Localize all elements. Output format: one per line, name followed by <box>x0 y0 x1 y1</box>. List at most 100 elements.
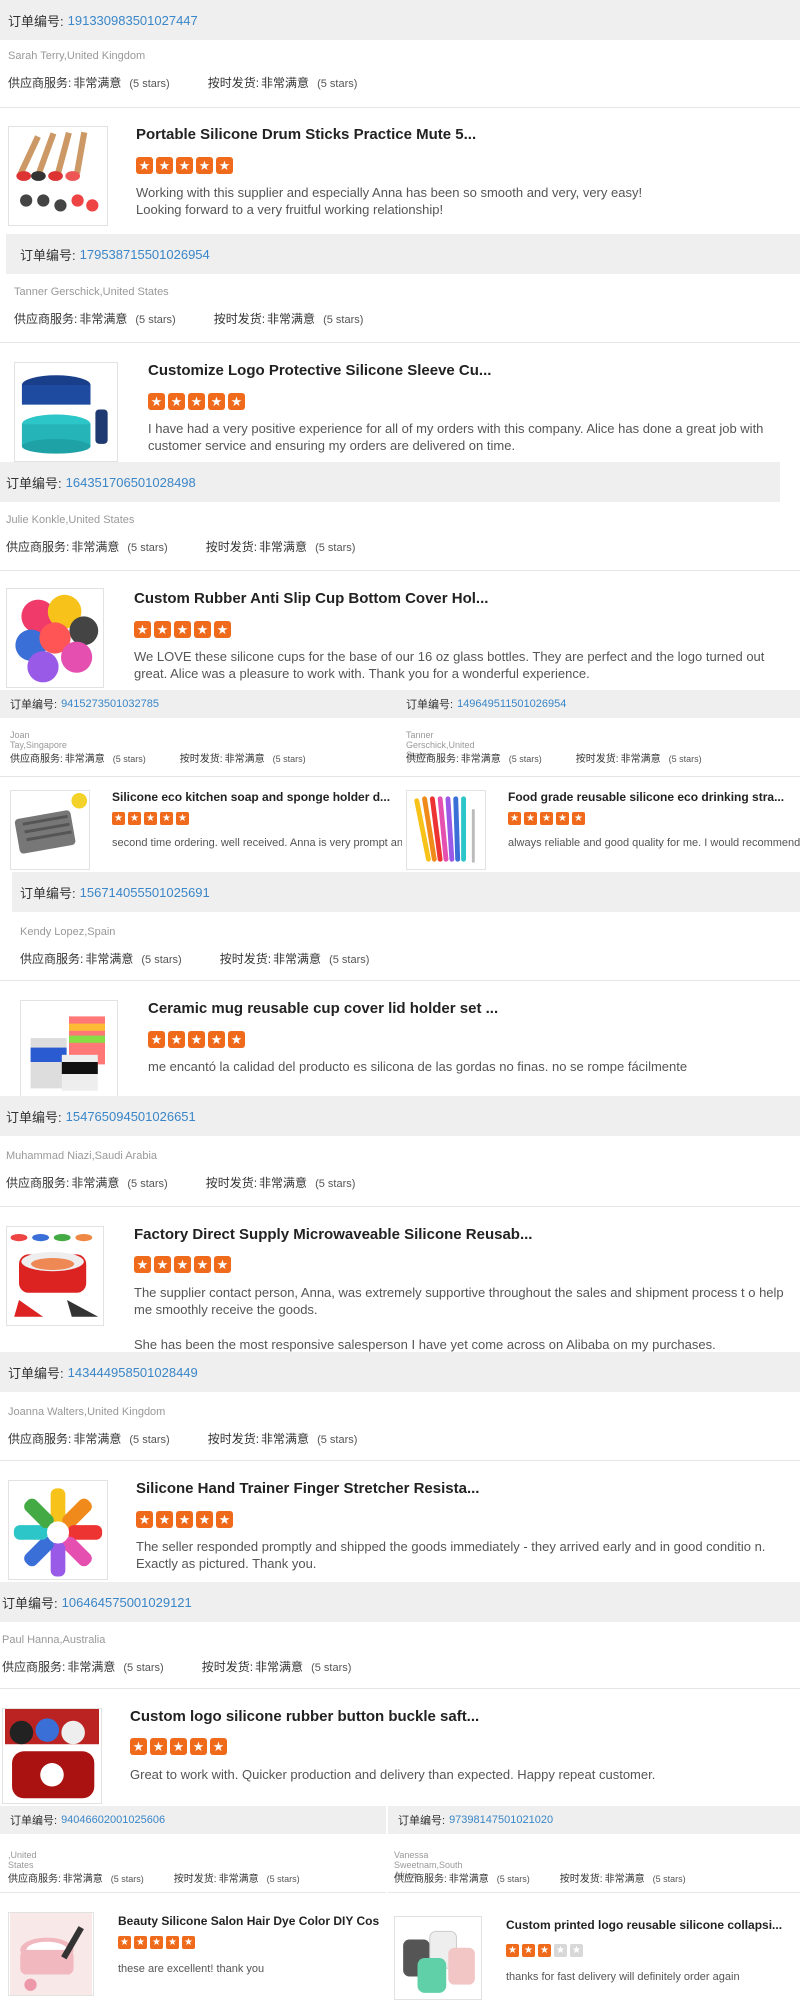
delivery-label: 按时发货: <box>207 76 260 90</box>
order-bar: 订单编号: 94046602001025606 <box>0 1806 386 1834</box>
delivery-label: 按时发货: <box>173 1874 217 1885</box>
star-icon: ★ <box>210 1738 227 1755</box>
star-icon: ★ <box>506 1944 519 1957</box>
ratings-row: 供应商服务: 非常满意 (5 stars) 按时发货: 非常满意 (5 stars) <box>10 750 306 765</box>
delivery-value: 非常满意 <box>604 1874 645 1885</box>
delivery-value: 非常满意 <box>218 1874 259 1885</box>
product-thumbnail[interactable] <box>394 1916 482 2000</box>
product-title-link[interactable]: Customize Logo Protective Silicone Sleev… <box>148 362 491 379</box>
order-number-link[interactable]: 94152735010327​85 <box>61 698 159 710</box>
star-icon: ★ <box>170 1738 187 1755</box>
review-text: I have had a very positive experience fo… <box>148 421 764 453</box>
customer-name: Joanna Walters,United Kingdom <box>8 1406 166 1418</box>
star-icon: ★ <box>160 812 173 825</box>
product-title-link[interactable]: Custom logo silicone rubber button buckl… <box>130 1708 479 1725</box>
delivery-label: 按时发货: <box>205 540 258 554</box>
order-number-link[interactable]: 179538715501026954 <box>80 247 210 262</box>
supplier-service-stars: (5 stars) <box>508 754 542 764</box>
supplier-service-value: 非常满意 <box>448 1874 489 1885</box>
star-icon: ★ <box>570 1944 583 1957</box>
delivery-value: 非常满意 <box>224 754 265 765</box>
divider <box>0 776 396 777</box>
divider <box>0 342 800 343</box>
star-icon: ★ <box>168 393 185 410</box>
supplier-service-stars: (5 stars) <box>496 1874 530 1884</box>
delivery-stars: (5 stars) <box>317 78 358 90</box>
product-thumbnail[interactable] <box>406 790 486 870</box>
product-title-link[interactable]: Custom printed logo reusable silicone co… <box>506 1918 782 1932</box>
divider <box>396 776 800 777</box>
supplier-service-value: 非常满意 <box>460 754 501 765</box>
supplier-service-value: 非常满意 <box>71 540 120 554</box>
product-title-link[interactable]: Ceramic mug reusable cup cover lid holde… <box>148 1000 498 1017</box>
divider <box>0 980 800 981</box>
supplier-service-stars: (5 stars) <box>129 78 170 90</box>
delivery-stars: (5 stars) <box>317 1434 358 1446</box>
star-icon: ★ <box>208 1031 225 1048</box>
ratings-row: 供应商服务: 非常满意 (5 stars) 按时发货: 非常满意 (5 stars) <box>6 538 355 555</box>
order-number-label: 订单编号: <box>8 1365 64 1381</box>
order-bar: 订单编号: 97398147501021020 <box>388 1806 800 1834</box>
star-icon: ★ <box>188 1031 205 1048</box>
product-title-link[interactable]: Food grade reusable silicone eco drinkin… <box>508 790 784 804</box>
order-number-link[interactable]: 94046602001025606 <box>61 1814 165 1826</box>
product-title-link[interactable]: Silicone eco kitchen soap and sponge hol… <box>112 790 390 804</box>
order-number-link[interactable]: 106464575001029121 <box>62 1595 192 1610</box>
product-thumbnail[interactable] <box>2 1708 102 1804</box>
customer-name: Kendy Lopez,Spain <box>20 926 116 938</box>
review-text-continued: She has been the most responsive salespe… <box>134 1337 716 1352</box>
order-number-link[interactable]: 149649511501026954 <box>457 698 566 710</box>
supplier-service-stars: (5 stars) <box>123 1662 164 1674</box>
star-icon: ★ <box>128 812 141 825</box>
star-icon: ★ <box>154 621 171 638</box>
supplier-service-value: 非常满意 <box>71 1176 120 1190</box>
product-title-link[interactable]: Custom Rubber Anti Slip Cup Bottom Cover… <box>134 590 488 607</box>
product-thumbnail[interactable] <box>8 126 108 226</box>
product-thumbnail[interactable] <box>8 1912 94 1996</box>
ratings-row: 供应商服务: 非常满意 (5 stars) 按时发货: 非常满意 (5 stars) <box>394 1870 686 1885</box>
product-thumbnail[interactable] <box>10 790 90 870</box>
order-number-link[interactable]: 156714055501025691 <box>80 885 210 900</box>
supplier-service-value: 非常满意 <box>64 754 105 765</box>
product-title-link[interactable]: Factory Direct Supply Microwaveable Sili… <box>134 1226 532 1243</box>
star-icon: ★ <box>112 812 125 825</box>
supplier-service-stars: (5 stars) <box>112 754 146 764</box>
product-title-link[interactable]: Silicone Hand Trainer Finger Stretcher R… <box>136 1480 479 1497</box>
order-number-link[interactable]: 97398147501021020 <box>449 1814 553 1826</box>
delivery-stars: (5 stars) <box>266 1874 300 1884</box>
delivery-value: 非常满意 <box>261 76 310 90</box>
star-icon: ★ <box>148 393 165 410</box>
product-title-link[interactable]: Portable Silicone Drum Sticks Practice M… <box>136 126 476 143</box>
ratings-row: 供应商服务: 非常满意 (5 stars) 按时发货: 非常满意 (5 stars) <box>2 1658 351 1675</box>
product-title-link[interactable]: Beauty Silicone Salon Hair Dye Color DIY… <box>118 1914 379 1928</box>
divider <box>0 1206 800 1207</box>
order-bar: 订单编号: 156714055501025691 <box>12 872 800 912</box>
order-number-label: 订单编号: <box>6 1109 62 1125</box>
supplier-service-label: 供应商服务: <box>8 1874 61 1885</box>
delivery-value: 非常满意 <box>259 540 308 554</box>
order-number-link[interactable]: 154765094501026651 <box>66 1109 196 1124</box>
delivery-value: 非常满意 <box>259 1176 308 1190</box>
order-number-link[interactable]: 191330983501027447 <box>68 13 198 28</box>
star-icon: ★ <box>144 812 157 825</box>
divider <box>0 1892 386 1893</box>
customer-name: ,United States <box>8 1850 37 1870</box>
product-thumbnail[interactable] <box>14 362 118 462</box>
order-number-link[interactable]: 143444958501028449 <box>68 1365 198 1380</box>
product-thumbnail[interactable] <box>8 1480 108 1580</box>
order-number-label: 订单编号: <box>398 1815 446 1827</box>
star-icon: ★ <box>194 621 211 638</box>
product-thumbnail[interactable] <box>6 588 104 688</box>
product-thumbnail[interactable] <box>20 1000 118 1100</box>
divider <box>0 570 800 571</box>
delivery-label: 按时发货: <box>559 1874 603 1885</box>
review-text: The seller responded promptly and shippe… <box>136 1539 766 1571</box>
order-number-link[interactable]: 164351706501028498 <box>66 475 196 490</box>
order-number-label: 订单编号: <box>10 1815 58 1827</box>
supplier-service-label: 供应商服务: <box>2 1660 66 1674</box>
rating-stars: ★ ★ ★ ★ ★ <box>508 812 585 825</box>
review-text: me encantó la calidad del producto es si… <box>148 1059 688 1074</box>
rating-stars: ★ ★ ★ ★ ★ <box>118 1936 195 1949</box>
star-icon: ★ <box>214 1256 231 1273</box>
product-thumbnail[interactable] <box>6 1226 104 1326</box>
